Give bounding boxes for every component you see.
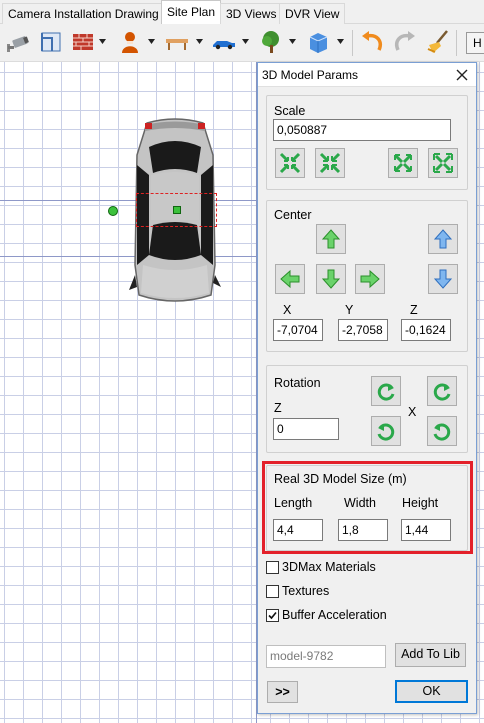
real-size-label: Real 3D Model Size (m) bbox=[274, 472, 407, 486]
scale-label: Scale bbox=[274, 104, 306, 118]
scale-shrink-small-button[interactable] bbox=[275, 148, 305, 178]
rotate-z-ccw-button[interactable] bbox=[371, 376, 401, 406]
scale-input[interactable]: 0,050887 bbox=[273, 119, 451, 141]
toolbar-separator bbox=[456, 30, 457, 56]
redo-icon[interactable] bbox=[392, 29, 418, 55]
rotate-x-ccw-button[interactable] bbox=[427, 376, 457, 406]
scale-grow-large-button[interactable] bbox=[428, 148, 458, 178]
rotation-x-label: X bbox=[408, 405, 417, 419]
person-icon[interactable] bbox=[117, 29, 143, 55]
h-button[interactable]: H bbox=[466, 32, 484, 54]
arrow-left-icon bbox=[280, 269, 300, 289]
cube-icon[interactable] bbox=[305, 29, 331, 55]
ok-button[interactable]: OK bbox=[395, 680, 468, 703]
camera-icon[interactable] bbox=[5, 29, 31, 55]
cube-dropdown-icon[interactable] bbox=[337, 39, 344, 45]
rotate-icon bbox=[433, 423, 451, 441]
scale-grow-small-button[interactable] bbox=[388, 148, 418, 178]
move-z-up-button[interactable] bbox=[428, 224, 458, 254]
center-x-input[interactable]: -7,0704 bbox=[273, 319, 323, 341]
rotation-z-label: Z bbox=[274, 401, 282, 415]
add-to-lib-button[interactable]: Add To Lib bbox=[395, 643, 466, 667]
3dmax-materials-checkbox[interactable] bbox=[266, 561, 279, 574]
dialog-title-bar: 3D Model Params bbox=[258, 63, 476, 87]
rotation-z-input[interactable]: 0 bbox=[273, 418, 339, 440]
center-y-label: Y bbox=[345, 303, 354, 317]
length-input[interactable]: 4,4 bbox=[273, 519, 323, 541]
collapse-arrows-icon bbox=[319, 152, 341, 174]
arrow-down-icon bbox=[321, 269, 341, 289]
bench-dropdown-icon[interactable] bbox=[196, 39, 203, 45]
center-x-label: X bbox=[283, 303, 292, 317]
wall-icon[interactable] bbox=[38, 29, 64, 55]
expand-arrows-icon bbox=[394, 154, 412, 172]
buffer-acceleration-checkbox[interactable] bbox=[266, 609, 279, 622]
collapse-arrows-icon bbox=[279, 152, 301, 174]
move-right-button[interactable] bbox=[355, 264, 385, 294]
tree-icon[interactable] bbox=[258, 29, 284, 55]
car-icon[interactable] bbox=[211, 29, 237, 55]
width-label: Width bbox=[344, 496, 376, 510]
expand-arrows-icon bbox=[433, 153, 453, 173]
width-input[interactable]: 1,8 bbox=[338, 519, 388, 541]
center-y-input[interactable]: -2,7058 bbox=[338, 319, 388, 341]
move-left-button[interactable] bbox=[275, 264, 305, 294]
checkmark-icon bbox=[268, 611, 277, 620]
close-icon[interactable] bbox=[453, 66, 471, 84]
length-label: Length bbox=[274, 496, 313, 510]
toolbar-separator bbox=[352, 30, 353, 56]
model-name-input[interactable]: model-9782 bbox=[266, 645, 386, 668]
move-up-button[interactable] bbox=[316, 224, 346, 254]
rotation-handle[interactable] bbox=[108, 206, 118, 216]
textures-checkbox[interactable] bbox=[266, 585, 279, 598]
dialog-title: 3D Model Params bbox=[262, 68, 359, 82]
tab-3d-views[interactable]: 3D Views bbox=[220, 3, 283, 24]
tab-bar: Camera Installation Drawing Site Plan 3D… bbox=[0, 0, 484, 25]
arrow-down-icon bbox=[433, 269, 453, 289]
textures-label: Textures bbox=[282, 584, 330, 598]
tab-camera-installation-drawing[interactable]: Camera Installation Drawing bbox=[2, 3, 165, 24]
center-z-label: Z bbox=[410, 303, 418, 317]
rotate-icon bbox=[433, 383, 451, 401]
center-z-input[interactable]: -0,1624 bbox=[401, 319, 451, 341]
tab-dvr-view[interactable]: DVR View bbox=[279, 3, 346, 24]
scale-shrink-large-button[interactable] bbox=[315, 148, 345, 178]
move-z-down-button[interactable] bbox=[428, 264, 458, 294]
tree-dropdown-icon[interactable] bbox=[289, 39, 296, 45]
buffer-acceleration-label: Buffer Acceleration bbox=[282, 608, 387, 622]
brick-wall-icon[interactable] bbox=[70, 29, 96, 55]
move-down-button[interactable] bbox=[316, 264, 346, 294]
height-input[interactable]: 1,44 bbox=[401, 519, 451, 541]
rotate-icon bbox=[377, 383, 395, 401]
rotate-z-cw-button[interactable] bbox=[371, 416, 401, 446]
person-dropdown-icon[interactable] bbox=[148, 39, 155, 45]
rotate-x-cw-button[interactable] bbox=[427, 416, 457, 446]
bench-icon[interactable] bbox=[164, 29, 190, 55]
height-label: Height bbox=[402, 496, 439, 510]
rotate-icon bbox=[377, 423, 395, 441]
undo-icon[interactable] bbox=[359, 29, 385, 55]
arrow-up-icon bbox=[321, 229, 341, 249]
brick-wall-dropdown-icon[interactable] bbox=[99, 39, 106, 45]
arrow-right-icon bbox=[360, 269, 380, 289]
more-button[interactable]: >> bbox=[267, 681, 298, 703]
broom-icon[interactable] bbox=[425, 29, 451, 55]
tab-site-plan[interactable]: Site Plan bbox=[161, 0, 222, 25]
rotation-label: Rotation bbox=[274, 376, 321, 390]
center-label: Center bbox=[274, 208, 312, 222]
center-handle[interactable] bbox=[173, 206, 181, 214]
3dmax-materials-label: 3DMax Materials bbox=[282, 560, 376, 574]
arrow-up-icon bbox=[433, 229, 453, 249]
toolbar: H bbox=[0, 24, 484, 62]
car-dropdown-icon[interactable] bbox=[242, 39, 249, 45]
